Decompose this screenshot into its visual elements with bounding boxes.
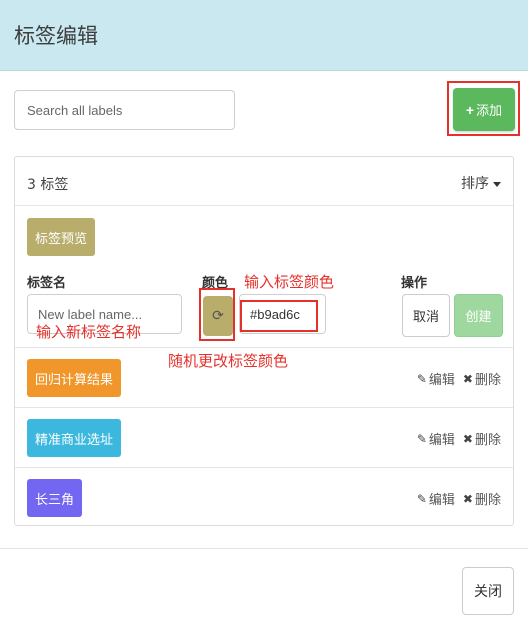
annotation-input-color: 输入标签颜色: [244, 273, 335, 291]
row-actions: ✎ 编辑 ✖ 删除: [416, 489, 501, 509]
annotation-input-name: 输入新标签名称: [36, 323, 142, 341]
delete-label: 删除: [474, 493, 501, 508]
edit-label: 编辑: [428, 493, 455, 508]
edit-button[interactable]: ✎ 编辑: [416, 489, 455, 509]
delete-button[interactable]: ✖ 删除: [462, 369, 501, 389]
add-label-button[interactable]: + 添加: [453, 88, 515, 131]
caret-down-icon: [493, 181, 501, 187]
refresh-icon: ⟳: [212, 308, 224, 324]
sort-dropdown[interactable]: 排序: [461, 173, 501, 193]
random-color-button[interactable]: ⟳: [203, 296, 233, 336]
label-preview: 标签预览: [27, 218, 96, 256]
label-row: 长三角 ✎ 编辑 ✖ 删除: [15, 467, 513, 527]
sort-label: 排序: [461, 176, 489, 192]
annotation-random-color: 随机更改标签颜色: [168, 352, 289, 370]
color-field-label: 颜色: [202, 276, 229, 291]
name-field-label: 标签名: [27, 276, 67, 291]
pencil-icon: ✎: [416, 491, 427, 506]
label-badge: 回归计算结果: [27, 359, 122, 397]
edit-button[interactable]: ✎ 编辑: [416, 369, 455, 389]
close-icon: ✖: [462, 491, 473, 506]
color-input[interactable]: [239, 294, 326, 334]
dialog-header: 标签编辑: [0, 0, 528, 71]
delete-button[interactable]: ✖ 删除: [462, 489, 501, 509]
label-badge: 精准商业选址: [27, 419, 122, 457]
row-actions: ✎ 编辑 ✖ 删除: [416, 369, 501, 389]
actions-label: 操作: [401, 276, 428, 291]
cancel-button[interactable]: 取消: [402, 294, 450, 337]
label-count: 3 标签: [27, 177, 69, 193]
edit-label: 编辑: [428, 373, 455, 388]
dialog-title: 标签编辑: [14, 24, 98, 48]
edit-label: 编辑: [428, 433, 455, 448]
label-badge: 长三角: [27, 479, 83, 517]
edit-button[interactable]: ✎ 编辑: [416, 429, 455, 449]
add-button-label: 添加: [476, 103, 503, 118]
delete-label: 删除: [474, 433, 501, 448]
pencil-icon: ✎: [416, 431, 427, 446]
row-actions: ✎ 编辑 ✖ 删除: [416, 429, 501, 449]
search-input[interactable]: [14, 90, 235, 130]
close-button[interactable]: 关闭: [462, 567, 514, 615]
footer-divider: [0, 548, 528, 549]
label-row: 精准商业选址 ✎ 编辑 ✖ 删除: [15, 407, 513, 467]
pencil-icon: ✎: [416, 371, 427, 386]
close-icon: ✖: [462, 431, 473, 446]
plus-icon: +: [465, 101, 475, 118]
delete-label: 删除: [474, 373, 501, 388]
create-button[interactable]: 创建: [454, 294, 503, 337]
panel-header: 3 标签 排序: [15, 157, 513, 206]
delete-button[interactable]: ✖ 删除: [462, 429, 501, 449]
close-icon: ✖: [462, 371, 473, 386]
